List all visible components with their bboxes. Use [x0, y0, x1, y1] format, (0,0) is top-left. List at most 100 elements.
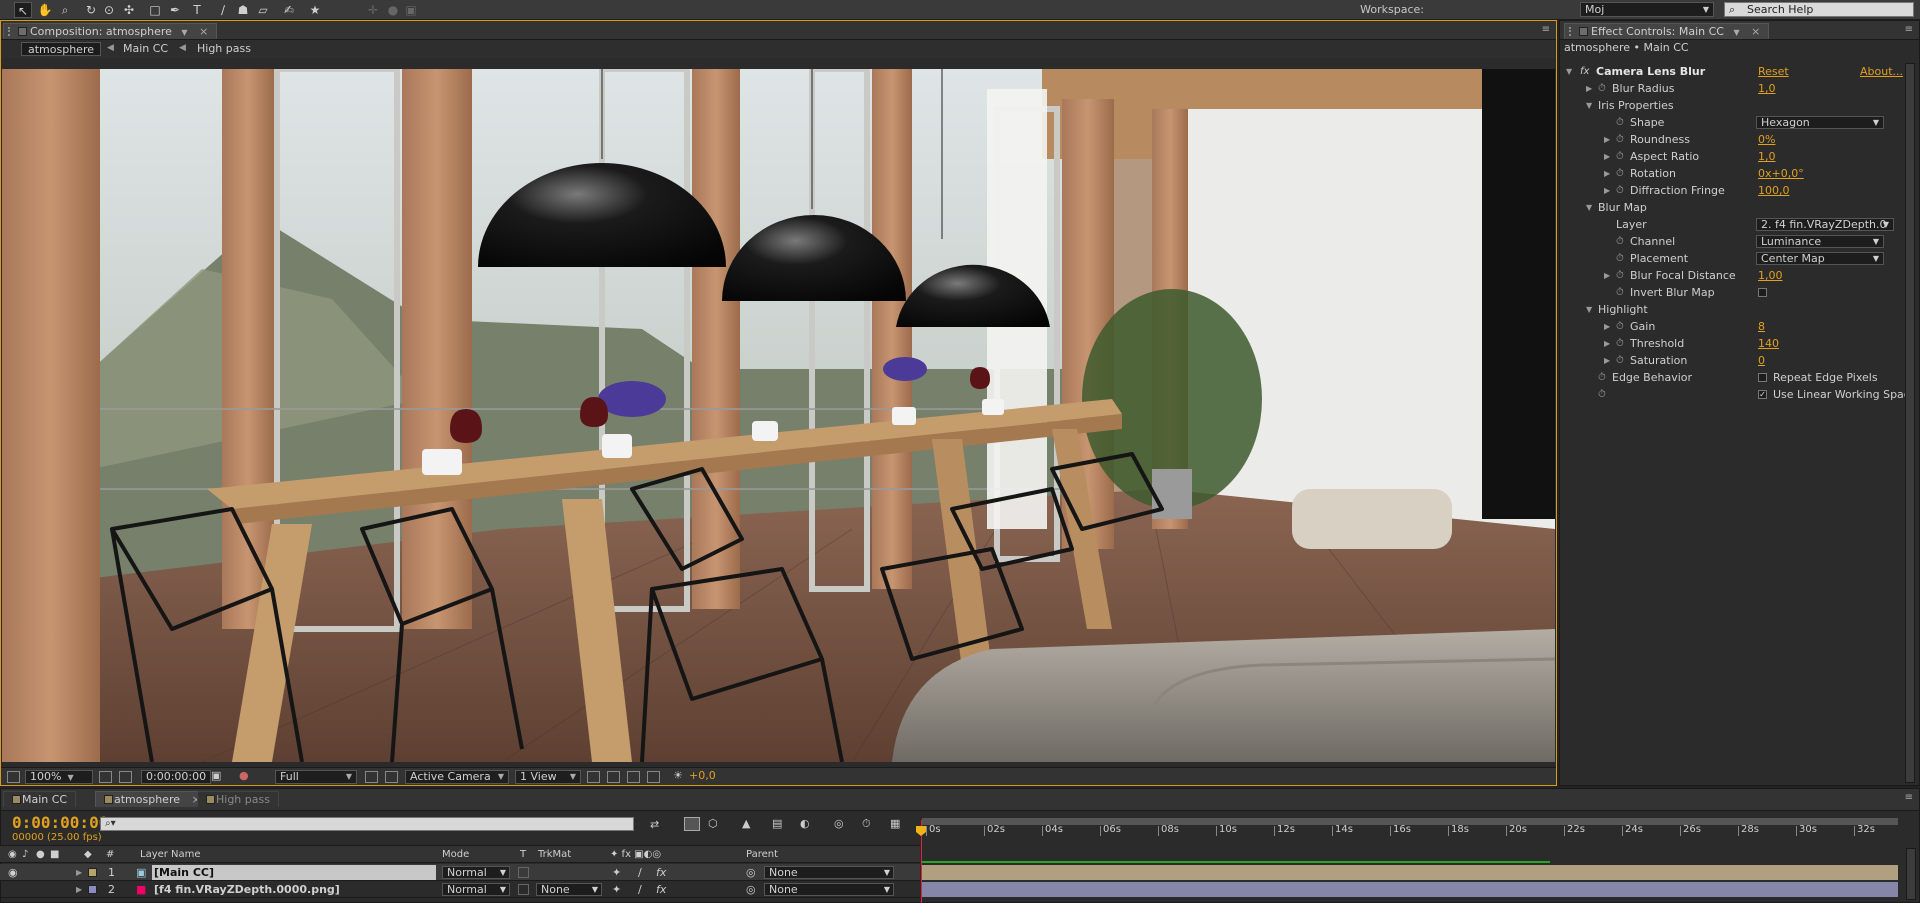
tab-composition[interactable]: Composition: atmosphere ▼ ×: [3, 23, 218, 39]
stopwatch-icon[interactable]: ⏱: [1616, 182, 1624, 199]
aspect-ratio-value[interactable]: 1,0: [1758, 148, 1776, 165]
layer-duration-bar[interactable]: [922, 865, 1898, 880]
axis-mode-icon[interactable]: ✛: [364, 2, 382, 18]
preserve-transparency-checkbox[interactable]: [518, 884, 529, 895]
rotation-value[interactable]: 0x+0,0°: [1758, 165, 1804, 182]
edge-behavior-row[interactable]: ⏱ Edge Behavior Repeat Edge Pixels: [0, 369, 1920, 386]
transparency-grid-icon[interactable]: [385, 771, 398, 783]
linear-working-space-row[interactable]: ⏱ ✓ Use Linear Working Spac: [0, 386, 1920, 403]
frame-blending-icon[interactable]: ▤: [772, 817, 782, 830]
parent-select[interactable]: None ▼: [764, 883, 894, 896]
column-hash[interactable]: #: [106, 849, 114, 860]
chevron-right-icon[interactable]: ▶: [1604, 131, 1610, 148]
time-ruler[interactable]: 0s 02s 04s 06s 08s 10s 12s 14s 16s 18s 20s 22s 24s 26…: [920, 813, 1898, 863]
exposure-icon[interactable]: ☀: [673, 770, 683, 784]
roundness-row[interactable]: ▶ ⏱ Roundness 0%: [0, 131, 1920, 148]
blur-map-row[interactable]: ▼ Blur Map: [0, 199, 1920, 216]
table-row[interactable]: ◉ ▶ 1 ▣ [Main CC] Normal ▼ ✦ ∕ fx ◎ None ▼: [0, 864, 920, 881]
diffraction-fringe-row[interactable]: ▶ ⏱ Diffraction Fringe 100,0: [0, 182, 1920, 199]
chevron-down-icon[interactable]: ▼: [1733, 28, 1739, 37]
stopwatch-icon[interactable]: ⏱: [1616, 131, 1624, 148]
render-queue-icon[interactable]: ▦: [890, 817, 900, 830]
chevron-right-icon[interactable]: ▶: [1604, 335, 1610, 352]
stopwatch-icon[interactable]: ⏱: [1616, 318, 1624, 335]
composition-mini-flowchart-icon[interactable]: ⇄: [650, 818, 659, 831]
chevron-right-icon[interactable]: ▶: [76, 864, 82, 881]
quality-switch-icon[interactable]: ∕: [638, 864, 642, 881]
pan-behind-tool-icon[interactable]: ✣: [120, 2, 138, 18]
snapshot-icon[interactable]: ▣: [211, 770, 221, 784]
always-preview-icon[interactable]: [7, 771, 20, 783]
stopwatch-icon[interactable]: ⏱: [1616, 267, 1624, 284]
panel-menu-icon[interactable]: ≡: [1905, 24, 1913, 35]
mode-select[interactable]: Normal ▼: [442, 883, 510, 896]
channel-row[interactable]: ⏱ Channel Luminance ▼: [0, 233, 1920, 250]
zoom-select[interactable]: 100% ▼: [25, 770, 93, 784]
current-time-display[interactable]: 0:00:00:00: [12, 813, 108, 832]
chevron-down-icon[interactable]: ▼: [1566, 63, 1572, 80]
gain-row[interactable]: ▶ ⏱ Gain 8: [0, 318, 1920, 335]
stopwatch-icon[interactable]: ⏱: [1616, 148, 1624, 165]
stopwatch-icon[interactable]: ⏱: [1616, 352, 1624, 369]
crumb-high-pass[interactable]: High pass: [191, 42, 257, 56]
chevron-right-icon[interactable]: ▶: [1604, 267, 1610, 284]
quality-switch-icon[interactable]: ∕: [638, 881, 642, 898]
selection-tool-icon[interactable]: ↖: [14, 2, 32, 18]
tab-atmosphere[interactable]: atmosphere ×: [95, 791, 210, 807]
chevron-down-icon[interactable]: ▼: [181, 28, 187, 37]
aspect-ratio-row[interactable]: ▶ ⏱ Aspect Ratio 1,0: [0, 148, 1920, 165]
mask-visibility-icon[interactable]: [119, 771, 132, 783]
lock-icon[interactable]: [1579, 27, 1588, 36]
tab-high-pass[interactable]: High pass: [197, 791, 279, 807]
invert-blur-map-row[interactable]: ⏱ Invert Blur Map: [0, 284, 1920, 301]
roundness-value[interactable]: 0%: [1758, 131, 1775, 148]
stopwatch-icon[interactable]: ⏱: [1598, 386, 1606, 403]
blur-radius-value[interactable]: 1,0: [1758, 80, 1776, 97]
chevron-right-icon[interactable]: ▶: [76, 881, 82, 898]
threshold-value[interactable]: 140: [1758, 335, 1779, 352]
label-color-swatch[interactable]: [88, 868, 97, 877]
layer-search-input[interactable]: ⌕▾: [100, 817, 634, 831]
brush-tool-icon[interactable]: ∕: [214, 2, 232, 18]
tab-effect-controls[interactable]: Effect Controls: Main CC ▼ ×: [1564, 23, 1770, 39]
stopwatch-icon[interactable]: ⏱: [1616, 284, 1624, 301]
zoom-tool-icon[interactable]: ⌕: [56, 2, 74, 18]
stopwatch-icon[interactable]: ⏱: [1616, 335, 1624, 352]
rotation-row[interactable]: ▶ ⏱ Rotation 0x+0,0°: [0, 165, 1920, 182]
repeat-edge-pixels-checkbox[interactable]: [1758, 373, 1767, 382]
effect-controls-scrollbar[interactable]: [1905, 63, 1915, 783]
fx-icon[interactable]: fx: [1580, 63, 1589, 80]
hand-tool-icon[interactable]: ✋: [36, 2, 54, 18]
shy-switch-icon[interactable]: ✦: [612, 864, 621, 881]
tab-main-cc[interactable]: Main CC: [3, 791, 77, 807]
fx-icon[interactable]: fx: [656, 881, 666, 898]
blur-radius-row[interactable]: ▶ ⏱ Blur Radius 1,0: [0, 80, 1920, 97]
reset-link[interactable]: Reset: [1758, 63, 1789, 80]
invert-blur-map-checkbox[interactable]: [1758, 288, 1767, 297]
preserve-transparency-checkbox[interactable]: [518, 867, 529, 878]
channel-select[interactable]: Luminance ▼: [1756, 235, 1884, 248]
solo-icon[interactable]: ●: [36, 849, 45, 860]
camera-orbit-tool-icon[interactable]: ⊙: [100, 2, 118, 18]
pen-tool-icon[interactable]: ✒: [166, 2, 184, 18]
trkmat-select[interactable]: None ▼: [536, 883, 602, 896]
placement-select[interactable]: Center Map ▼: [1756, 252, 1884, 265]
use-linear-working-space-checkbox[interactable]: ✓: [1758, 390, 1767, 399]
channel-icon[interactable]: ●: [239, 770, 249, 784]
live-update-icon[interactable]: [684, 817, 700, 831]
chevron-right-icon[interactable]: ▶: [1604, 352, 1610, 369]
chevron-right-icon[interactable]: ▶: [1604, 148, 1610, 165]
diffraction-fringe-value[interactable]: 100,0: [1758, 182, 1790, 199]
placement-row[interactable]: ⏱ Placement Center Map ▼: [0, 250, 1920, 267]
lock-icon[interactable]: [18, 27, 27, 36]
shape-row[interactable]: ⏱ Shape Hexagon ▼: [0, 114, 1920, 131]
clone-stamp-tool-icon[interactable]: ☗: [234, 2, 252, 18]
lock-icon[interactable]: ■: [50, 849, 59, 860]
stopwatch-icon[interactable]: ⏱: [1598, 369, 1606, 386]
chevron-right-icon[interactable]: ▶: [1586, 80, 1592, 97]
column-trkmat[interactable]: TrkMat: [538, 849, 571, 860]
roto-brush-tool-icon[interactable]: ✍: [280, 2, 298, 18]
close-icon[interactable]: ×: [199, 25, 208, 38]
view-layout-select[interactable]: 1 View ▼: [515, 770, 581, 784]
rectangle-mask-tool-icon[interactable]: □: [146, 2, 164, 18]
